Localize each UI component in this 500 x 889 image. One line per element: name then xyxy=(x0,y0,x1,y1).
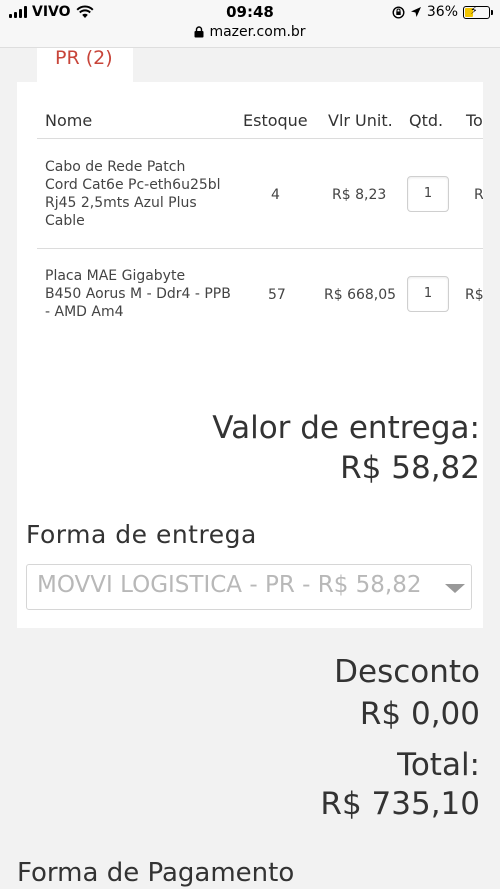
battery-icon: ⚡ xyxy=(463,4,493,19)
discount-value: R$ 0,00 xyxy=(359,696,480,732)
total-cell: R xyxy=(474,187,483,203)
status-bar: VIVO 09:48 mazer.com.br 36% ⚡ xyxy=(0,0,500,48)
discount-label: Desconto xyxy=(334,654,480,690)
product-name-line: B450 Aorus M - Ddr4 - PPB xyxy=(45,286,231,302)
col-header-estoque: Estoque xyxy=(243,111,308,130)
product-name-line: Placa MAE Gigabyte xyxy=(45,268,186,284)
quantity-input[interactable]: 1 xyxy=(407,176,449,212)
total-label: Total: xyxy=(397,747,480,783)
product-name[interactable]: Placa MAE Gigabyte B450 Aorus M - Ddr4 -… xyxy=(45,267,245,321)
stock-cell: 57 xyxy=(268,287,286,303)
product-name-line: Cord Cat6e Pc-eth6u25bl xyxy=(45,177,221,193)
col-header-qtd: Qtd. xyxy=(409,111,444,130)
delivery-value-label: Valor de entrega: xyxy=(212,410,480,446)
product-name-line: - AMD Am4 xyxy=(45,304,124,320)
order-card: Nome Estoque Vlr Unit. Qtd. To Cabo de R… xyxy=(17,82,483,628)
product-name-line: Cable xyxy=(45,213,85,229)
product-name[interactable]: Cabo de Rede Patch Cord Cat6e Pc-eth6u25… xyxy=(45,158,245,230)
payment-method-heading: Forma de Pagamento xyxy=(17,858,295,888)
delivery-method-select[interactable]: MOVVI LOGISTICA - PR - R$ 58,82 xyxy=(26,564,472,610)
col-header-nome: Nome xyxy=(45,111,93,130)
divider xyxy=(37,248,483,249)
url-bar[interactable]: mazer.com.br xyxy=(0,24,500,40)
url-text: mazer.com.br xyxy=(209,24,306,40)
tab-pr[interactable]: PR (2) xyxy=(37,47,133,82)
quantity-input[interactable]: 1 xyxy=(407,276,449,312)
delivery-method-value: MOVVI LOGISTICA - PR - R$ 58,82 xyxy=(37,572,422,598)
divider xyxy=(37,138,483,139)
unit-price-cell: R$ 8,23 xyxy=(332,187,387,203)
lock-icon xyxy=(194,26,204,38)
col-header-total: To xyxy=(466,111,483,130)
delivery-method-label: Forma de entrega xyxy=(26,520,257,549)
total-cell: R$ xyxy=(465,287,483,303)
product-name-line: Cabo de Rede Patch xyxy=(45,159,186,175)
battery-percent: 36% xyxy=(426,4,458,20)
stock-cell: 4 xyxy=(271,187,280,203)
tab-pr-label: PR (2) xyxy=(55,47,113,69)
unit-price-cell: R$ 668,05 xyxy=(324,287,397,303)
col-header-vlr-unit: Vlr Unit. xyxy=(328,111,393,130)
status-right: 36% ⚡ xyxy=(392,4,493,20)
chevron-down-icon xyxy=(445,584,465,593)
delivery-value: R$ 58,82 xyxy=(340,450,480,486)
location-icon xyxy=(410,7,421,17)
product-name-line: Rj45 2,5mts Azul Plus xyxy=(45,195,197,211)
orientation-lock-icon xyxy=(392,5,405,19)
total-value: R$ 735,10 xyxy=(320,786,480,822)
